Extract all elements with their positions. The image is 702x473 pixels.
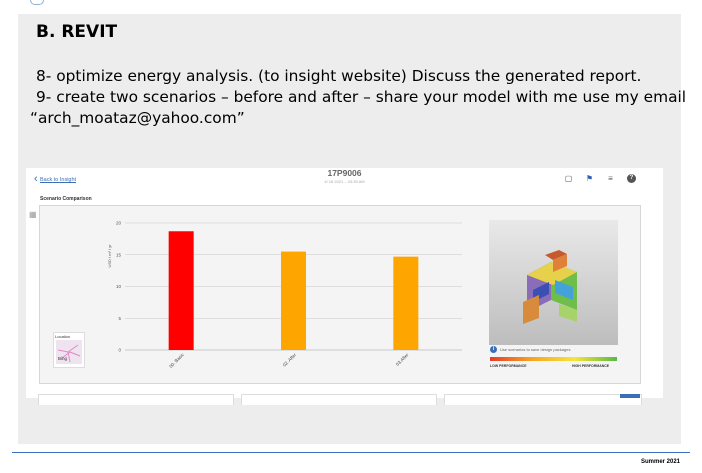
- high-performance-label: HIGH PERFORMANCE: [572, 364, 610, 368]
- location-widget[interactable]: Location Bing: [53, 332, 85, 368]
- chart-y-ticks: 0 5 10 15 20: [116, 221, 122, 353]
- building-render: [489, 220, 618, 345]
- flag-icon[interactable]: ⚑: [585, 174, 594, 183]
- comparison-panel: 0 5 10 15 20 00. Basic 02. After 03.After USD …: [39, 205, 641, 384]
- instruction-line-8: 8- optimize energy analysis. (to insight…: [36, 67, 642, 85]
- chart-x-ticks: 00. Basic 02. After 03.After: [168, 352, 410, 369]
- bing-logo: Bing: [58, 356, 68, 361]
- performance-scale: [490, 357, 617, 361]
- chart-bars: [168, 231, 419, 350]
- scenario-comparison-title: Scenario Comparison: [40, 196, 92, 202]
- building-model-image: [489, 220, 618, 345]
- grid-icon[interactable]: ▦: [29, 211, 37, 219]
- y-tick-label: 10: [116, 284, 122, 289]
- y-tick-label: 20: [116, 221, 122, 226]
- instruction-line-9: 9- create two scenarios – before and aft…: [36, 88, 687, 106]
- x-tick-label: 02. After: [282, 352, 298, 368]
- help-icon[interactable]: ?: [627, 174, 636, 183]
- section-heading: B. REVIT: [36, 22, 118, 42]
- location-label: Location: [55, 334, 71, 339]
- y-tick-label: 5: [118, 316, 121, 321]
- insight-topbar: ‹ Back to Insight 17P9006 4/ 16 2021 – 0…: [26, 168, 663, 190]
- bottom-card-2: [241, 394, 437, 405]
- corner-logo-fragment: [30, 0, 44, 5]
- layers-icon[interactable]: ≡: [606, 174, 615, 183]
- comments-icon[interactable]: ▢: [564, 174, 573, 183]
- insight-screenshot: ‹ Back to Insight 17P9006 4/ 16 2021 – 0…: [26, 168, 663, 405]
- bottom-card-1: [38, 394, 234, 405]
- slide: B. REVIT 8- optimize energy analysis. (t…: [18, 14, 686, 444]
- bar[interactable]: [393, 256, 419, 350]
- bar[interactable]: [281, 251, 306, 350]
- bottom-card-3: [444, 394, 642, 405]
- footer-divider: [12, 452, 690, 453]
- info-icon[interactable]: i: [490, 346, 497, 353]
- email-line: “arch_moataz@yahoo.com”: [30, 109, 245, 127]
- y-tick-label: 0: [118, 348, 121, 353]
- y-tick-label: 15: [116, 252, 122, 257]
- info-text: Use scenarios to save design packages: [500, 347, 571, 352]
- scenario-bar-chart: 0 5 10 15 20 00. Basic 02. After 03.After USD …: [107, 221, 462, 369]
- bottom-card-button[interactable]: [620, 394, 640, 398]
- footer-text: Summer 2021: [641, 459, 681, 465]
- bar[interactable]: [168, 231, 194, 350]
- low-performance-label: LOW PERFORMANCE: [490, 364, 527, 368]
- x-tick-label: 00. Basic: [168, 352, 185, 369]
- x-tick-label: 03.After: [395, 352, 410, 367]
- y-axis-label: USD / m² / yr: [107, 244, 112, 268]
